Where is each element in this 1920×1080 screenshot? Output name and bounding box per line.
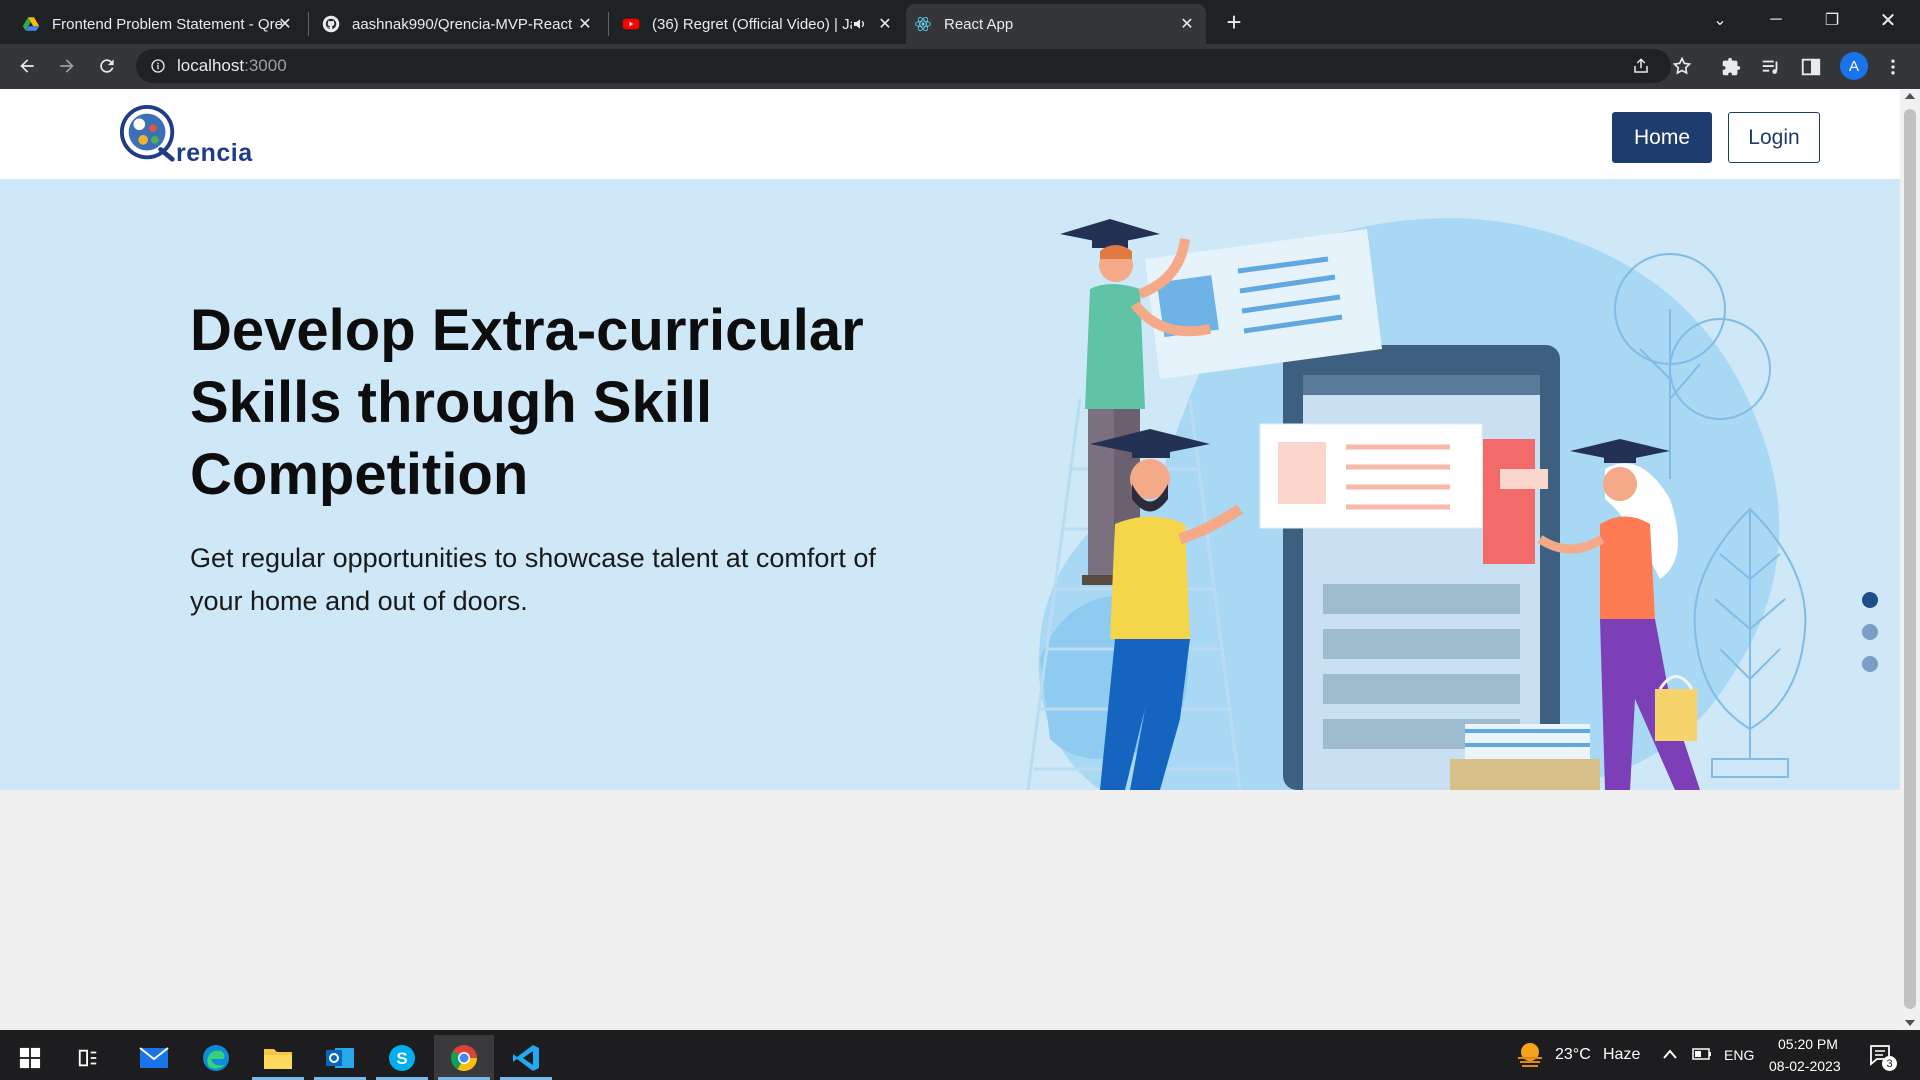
tab-title: (36) Regret (Official Video) | Jass xyxy=(652,15,852,33)
file-explorer-app[interactable] xyxy=(248,1035,308,1080)
site-navbar: rencia Home Login xyxy=(0,89,1900,179)
mail-app[interactable] xyxy=(124,1035,184,1080)
carousel-dot-3[interactable] xyxy=(1862,656,1878,672)
tab-react-app[interactable]: React App ✕ xyxy=(906,4,1206,44)
tab-github-repo[interactable]: aashnak990/Qrencia-MVP-React ✕ xyxy=(314,4,604,44)
close-window-button[interactable]: ✕ xyxy=(1860,0,1916,40)
tab-close-icon[interactable]: ✕ xyxy=(874,13,896,35)
tab-youtube-video[interactable]: (36) Regret (Official Video) | Jass ✕ xyxy=(614,4,904,44)
windows-taskbar: S 23°C Haze ENG 05:20 PM 08-02-2023 3 xyxy=(0,1030,1920,1080)
students-illustration xyxy=(1026,218,1807,790)
chrome-app[interactable] xyxy=(434,1035,494,1080)
clock-time[interactable]: 05:20 PM xyxy=(1778,1036,1838,1052)
edge-icon xyxy=(203,1044,229,1071)
language-indicator[interactable]: ENG xyxy=(1724,1047,1754,1063)
scroll-thumb[interactable] xyxy=(1904,109,1916,1009)
edge-app[interactable] xyxy=(186,1035,246,1080)
arrow-right-icon xyxy=(60,59,74,73)
new-tab-button[interactable]: + xyxy=(1220,8,1248,36)
hero-subtitle: Get regular opportunities to showcase ta… xyxy=(190,543,876,616)
tab-close-icon[interactable]: ✕ xyxy=(1176,13,1198,35)
share-icon[interactable] xyxy=(1632,57,1650,75)
tab-separator xyxy=(608,12,609,36)
reload-button[interactable] xyxy=(91,50,123,82)
start-button[interactable] xyxy=(0,1035,60,1080)
url-port: :3000 xyxy=(244,56,287,75)
tab-title: React App xyxy=(944,15,1014,33)
battery-icon[interactable] xyxy=(1692,1047,1712,1061)
bookmark-star-icon[interactable] xyxy=(1672,56,1692,76)
chrome-icon xyxy=(450,1044,478,1071)
chevron-up-icon[interactable] xyxy=(1662,1048,1678,1060)
task-view-icon xyxy=(78,1049,97,1066)
google-drive-icon xyxy=(22,17,40,31)
outlook-icon xyxy=(326,1047,354,1068)
skype-app[interactable]: S xyxy=(372,1035,432,1080)
windows-start-icon xyxy=(19,1047,41,1068)
browser-toolbar: localhost:3000 A xyxy=(0,44,1920,89)
forward-button[interactable] xyxy=(51,50,83,82)
logo-wordmark: rencia xyxy=(176,139,253,167)
page-scrollbar[interactable] xyxy=(1900,89,1920,1030)
outlook-app[interactable] xyxy=(310,1035,370,1080)
url-host: localhost xyxy=(177,56,245,75)
vscode-icon xyxy=(513,1044,539,1071)
youtube-icon xyxy=(622,18,640,30)
mail-icon xyxy=(139,1046,169,1068)
url-text: localhost:3000 xyxy=(177,56,287,76)
tab-close-icon[interactable]: ✕ xyxy=(274,13,296,35)
svg-text:S: S xyxy=(396,1049,407,1068)
weather-haze-icon[interactable] xyxy=(1514,1040,1546,1068)
tab-close-icon[interactable]: ✕ xyxy=(574,13,596,35)
more-vertical-icon[interactable] xyxy=(1883,56,1903,78)
speaker-audio-icon[interactable] xyxy=(852,16,868,32)
notification-count-badge: 3 xyxy=(1882,1056,1897,1071)
page-viewport: rencia Home Login Develop Extra-curricul… xyxy=(0,89,1900,1030)
skype-icon: S xyxy=(389,1044,415,1071)
scroll-down-arrow-icon[interactable] xyxy=(1905,1020,1915,1026)
tab-separator xyxy=(308,12,309,36)
arrow-left-icon xyxy=(20,59,34,73)
back-button[interactable] xyxy=(11,50,43,82)
weather-temperature[interactable]: 23°C xyxy=(1555,1046,1591,1064)
tab-frontend-problem[interactable]: Frontend Problem Statement - Qrencia ✕ xyxy=(14,4,304,44)
tab-title: aashnak990/Qrencia-MVP-React xyxy=(352,15,573,33)
profile-avatar[interactable]: A xyxy=(1840,52,1868,80)
home-button[interactable]: Home xyxy=(1612,112,1712,163)
vscode-app[interactable] xyxy=(496,1035,556,1080)
hero-carousel: Develop Extra-curricular Skills through … xyxy=(0,179,1900,790)
restore-button[interactable]: ❐ xyxy=(1804,0,1860,40)
carousel-dot-2[interactable] xyxy=(1862,624,1878,640)
minimize-button[interactable]: ─ xyxy=(1748,0,1804,40)
file-explorer-icon xyxy=(264,1048,292,1069)
login-button[interactable]: Login xyxy=(1728,112,1820,163)
extensions-puzzle-icon[interactable] xyxy=(1720,56,1742,78)
globe-logo-icon xyxy=(119,104,175,162)
github-icon xyxy=(322,15,340,33)
task-view-button[interactable] xyxy=(58,1035,118,1080)
weather-description[interactable]: Haze xyxy=(1603,1046,1640,1064)
scroll-up-arrow-icon[interactable] xyxy=(1905,93,1915,99)
reload-icon xyxy=(100,59,114,73)
hero-title: Develop Extra-curricular Skills through … xyxy=(190,298,864,507)
info-icon[interactable] xyxy=(150,58,166,74)
carousel-dot-1[interactable] xyxy=(1862,592,1878,608)
tab-title: Frontend Problem Statement - Qrencia xyxy=(52,15,282,33)
side-panel-icon[interactable] xyxy=(1800,56,1822,78)
react-icon xyxy=(915,16,931,32)
media-playlist-icon[interactable] xyxy=(1760,56,1782,78)
address-bar[interactable]: localhost:3000 xyxy=(136,49,1692,83)
browser-tab-strip: Frontend Problem Statement - Qrencia ✕ a… xyxy=(0,0,1920,44)
tab-search-chevron-icon[interactable]: ⌄ xyxy=(1692,0,1748,40)
clock-date[interactable]: 08-02-2023 xyxy=(1769,1058,1841,1074)
